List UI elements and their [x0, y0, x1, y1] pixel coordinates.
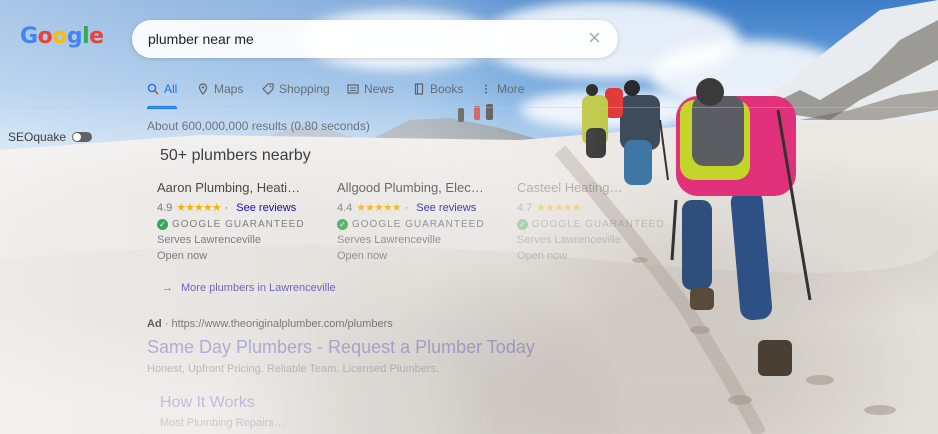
local-card[interactable]: Allgood Plumbing, Elec… 4.4 ★★★★★ · See … — [337, 180, 507, 262]
business-name[interactable]: Casteel Heating… — [517, 180, 687, 195]
star-rating-icon: ★★★★★ — [536, 202, 581, 214]
google-logo[interactable]: Google — [20, 24, 104, 49]
ad-url-line: Ad · https://www.theoriginalplumber.com/… — [147, 318, 393, 330]
result-stats: About 600,000,000 results (0.80 seconds) — [147, 119, 370, 133]
tab-label: News — [364, 82, 395, 96]
more-vert-icon — [485, 84, 487, 94]
badge-label: GOOGLE GUARANTEED — [352, 219, 485, 230]
see-reviews-link[interactable]: See reviews — [236, 202, 296, 214]
ad-sitelink-description: Most Plumbing Repairs… — [160, 417, 285, 429]
tab-label: Maps — [214, 82, 244, 96]
service-area: Serves Lawrenceville — [157, 234, 261, 246]
toggle-switch[interactable] — [72, 132, 93, 142]
tab-more[interactable]: More — [480, 82, 524, 96]
check-icon: ✓ — [337, 219, 348, 230]
ad-label: Ad — [147, 318, 162, 330]
ad-sitelink[interactable]: How It Works — [160, 394, 255, 412]
rating-row: 4.4 ★★★★★ · See reviews — [337, 201, 477, 215]
open-status: Open now — [157, 250, 208, 262]
guaranteed-badge: ✓ GOOGLE GUARANTEED — [337, 219, 507, 230]
more-plumbers-link[interactable]: → More plumbers in Lawrenceville — [162, 282, 336, 294]
star-rating-icon: ★★★★★ — [176, 202, 221, 214]
logo-letter: e — [89, 24, 104, 49]
tag-icon — [262, 83, 274, 95]
local-card[interactable]: Casteel Heating… 4.7 ★★★★★ ✓ GOOGLE GUAR… — [517, 180, 687, 262]
seoquake-toggle[interactable]: SEOquake — [8, 130, 93, 144]
rating-value: 4.4 — [337, 201, 353, 214]
tab-shopping[interactable]: Shopping — [262, 82, 330, 96]
logo-letter: o — [37, 24, 53, 49]
news-icon — [347, 84, 359, 94]
badge-label: GOOGLE GUARANTEED — [172, 219, 305, 230]
logo-letter: g — [66, 24, 83, 49]
tab-label: All — [164, 82, 178, 96]
see-reviews-link[interactable]: See reviews — [416, 202, 476, 214]
business-name[interactable]: Aaron Plumbing, Heati… — [157, 180, 327, 195]
rating-row: 4.9 ★★★★★ · See reviews — [157, 201, 297, 215]
check-icon: ✓ — [517, 219, 528, 230]
service-area: Serves Lawrenceville — [337, 234, 441, 246]
logo-letter: o — [52, 24, 67, 49]
local-card[interactable]: Aaron Plumbing, Heati… 4.9 ★★★★★ · See r… — [157, 180, 327, 262]
business-name[interactable]: Allgood Plumbing, Elec… — [337, 180, 507, 195]
google-serp: Google plumber near me × All Maps Shoppi… — [0, 0, 938, 434]
book-icon — [414, 83, 424, 95]
rating-value: 4.7 — [517, 201, 533, 214]
tab-label: More — [497, 82, 525, 96]
ad-url[interactable]: https://www.theoriginalplumber.com/plumb… — [171, 318, 392, 330]
close-icon[interactable]: × — [588, 27, 608, 49]
service-area: Serves Lawrenceville — [517, 234, 621, 246]
more-plumbers-label: More plumbers in Lawrenceville — [181, 282, 336, 294]
search-input[interactable]: plumber near me — [148, 31, 254, 47]
search-icon — [147, 83, 159, 95]
logo-letter: l — [82, 24, 90, 49]
guaranteed-badge: ✓ GOOGLE GUARANTEED — [517, 219, 687, 230]
guaranteed-badge: ✓ GOOGLE GUARANTEED — [157, 219, 327, 230]
tab-all[interactable]: All — [147, 82, 177, 96]
open-status: Open now — [337, 250, 388, 262]
tab-news[interactable]: News — [347, 82, 394, 96]
tab-label: Books — [430, 82, 464, 96]
check-icon: ✓ — [157, 219, 168, 230]
open-status: Open now — [517, 250, 568, 262]
star-rating-icon: ★★★★★ — [356, 202, 401, 214]
tab-maps[interactable]: Maps — [197, 82, 243, 96]
search-box[interactable]: plumber near me × — [132, 20, 618, 58]
logo-letter: G — [20, 24, 38, 49]
header-divider — [0, 107, 938, 108]
ad-title-link[interactable]: Same Day Plumbers - Request a Plumber To… — [147, 337, 535, 358]
seoquake-label: SEOquake — [8, 130, 67, 144]
rating-value: 4.9 — [157, 201, 173, 214]
arrow-right-icon: → — [162, 282, 173, 294]
local-pack-title: 50+ plumbers nearby — [160, 147, 311, 164]
tab-books[interactable]: Books — [413, 82, 463, 96]
tab-label: Shopping — [279, 82, 330, 96]
ad-description: Honest, Upfront Pricing. Reliable Team. … — [147, 363, 440, 375]
map-pin-icon — [198, 83, 208, 95]
rating-row: 4.7 ★★★★★ — [517, 201, 687, 215]
badge-label: GOOGLE GUARANTEED — [532, 219, 665, 230]
